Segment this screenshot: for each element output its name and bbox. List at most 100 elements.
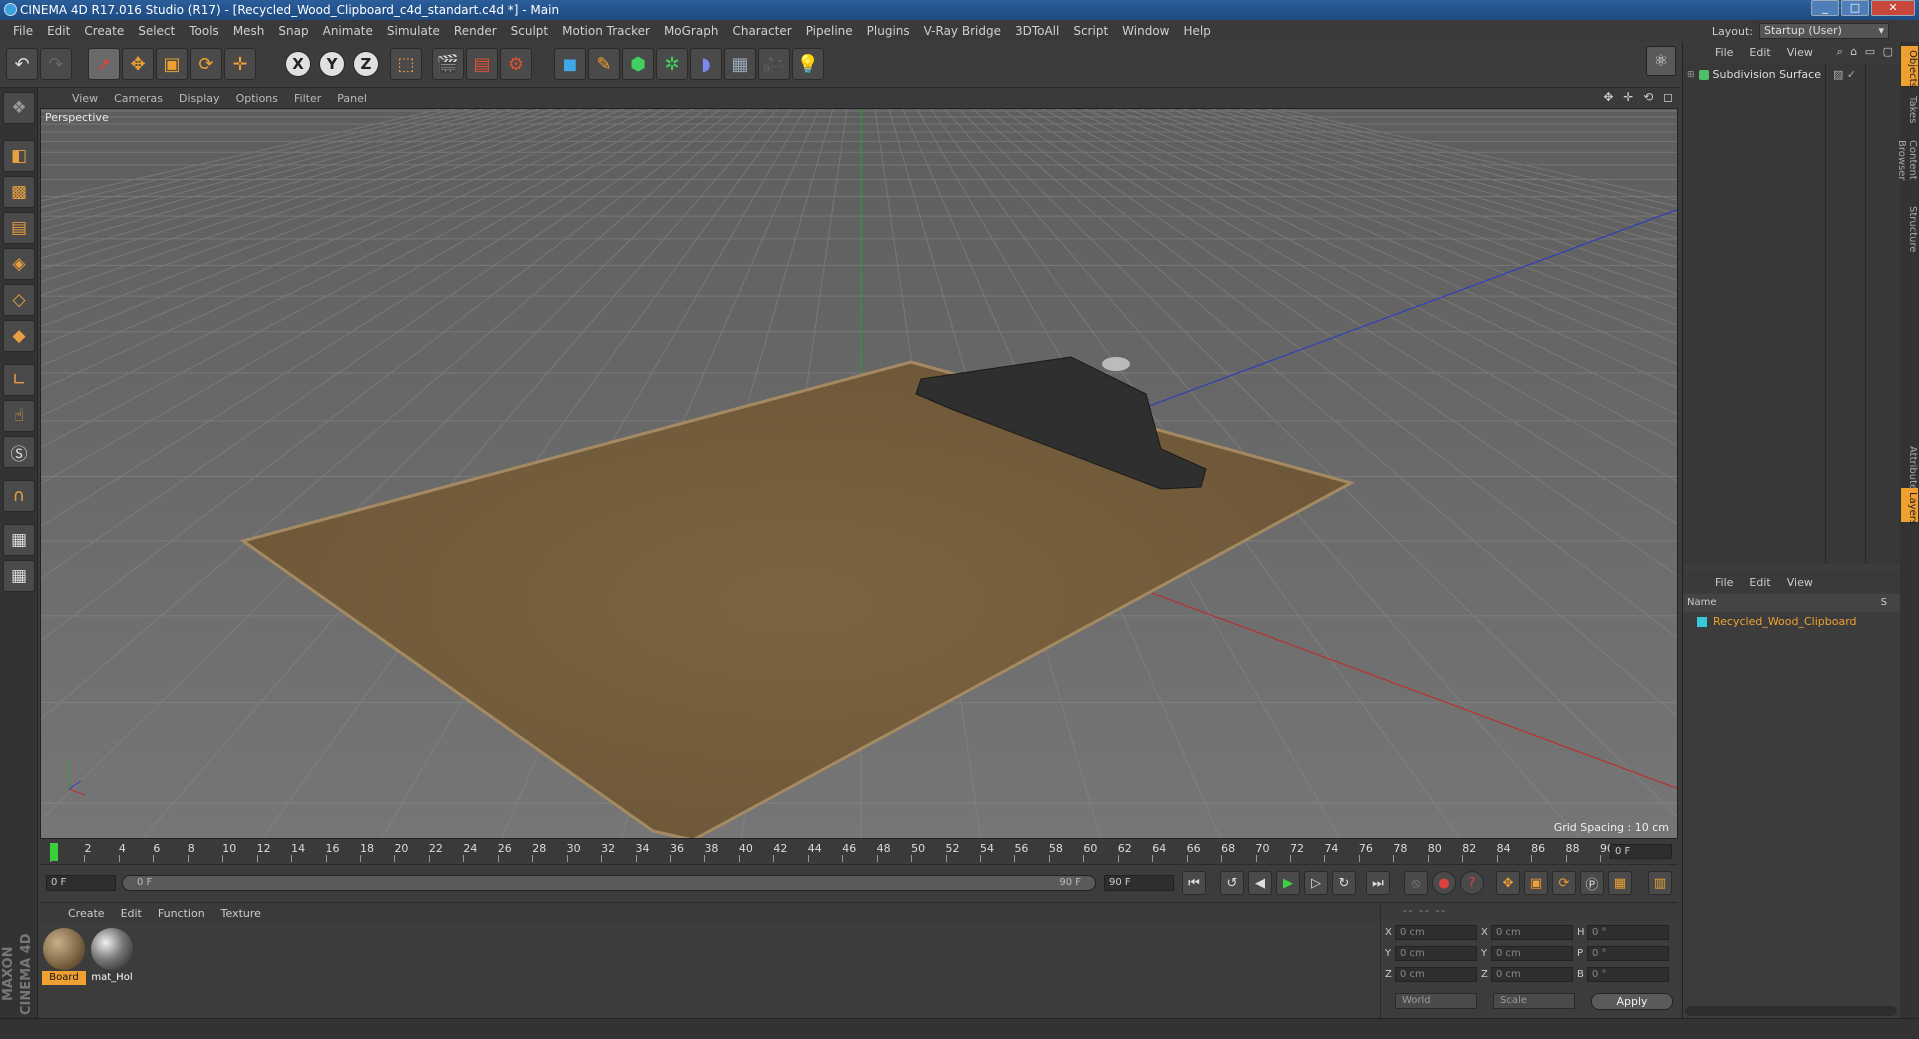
points-mode-icon[interactable]: ◈ bbox=[3, 248, 35, 280]
menu-simulate[interactable]: Simulate bbox=[380, 20, 447, 42]
material-menu-create[interactable]: Create bbox=[60, 907, 113, 920]
current-frame-field[interactable]: 0 F bbox=[1610, 844, 1672, 859]
deformer-icon[interactable]: ◗ bbox=[690, 48, 722, 80]
make-editable-icon[interactable]: ❖ bbox=[3, 92, 35, 124]
viewport-nav-icons[interactable]: ✥ ✛ ⟲ ◻ bbox=[1603, 90, 1676, 104]
start-frame-field[interactable]: 0 F bbox=[46, 875, 116, 891]
viewport-menu-cameras[interactable]: Cameras bbox=[106, 92, 171, 105]
menu-file[interactable]: File bbox=[6, 20, 40, 42]
material-menu-function[interactable]: Function bbox=[150, 907, 213, 920]
object-row-subdivision-surface[interactable]: ⊞ Subdivision Surface ▨ ✓ bbox=[1687, 66, 1897, 84]
maximize-button[interactable]: □ bbox=[1841, 0, 1869, 16]
goto-end-icon[interactable]: ⏭ bbox=[1366, 871, 1390, 895]
coordinate-system-icon[interactable]: ⬚ bbox=[390, 48, 422, 80]
objects-menu-view[interactable]: View bbox=[1779, 46, 1821, 59]
rotation-value-field[interactable]: 0 ° bbox=[1587, 967, 1669, 982]
goto-prev-key-icon[interactable]: ↺ bbox=[1220, 871, 1244, 895]
rotate-tool-icon[interactable]: ⟳ bbox=[190, 48, 222, 80]
workplane-snap-icon[interactable]: ▦ bbox=[3, 560, 35, 592]
menu-select[interactable]: Select bbox=[131, 20, 182, 42]
menu-pipeline[interactable]: Pipeline bbox=[799, 20, 860, 42]
key-parameter-icon[interactable]: Ⓟ bbox=[1580, 871, 1604, 895]
side-tab-layers[interactable]: Layers bbox=[1901, 488, 1918, 525]
pen-spline-icon[interactable]: ✎ bbox=[588, 48, 620, 80]
viewport-menu-panel[interactable]: Panel bbox=[329, 92, 375, 105]
undo-icon[interactable]: ↶ bbox=[6, 48, 38, 80]
objects-toolbar-icons[interactable]: ⌕ ⌂ ▭ ▢ bbox=[1837, 45, 1895, 59]
menu-mesh[interactable]: Mesh bbox=[226, 20, 272, 42]
workplane-lock-icon[interactable]: ▦ bbox=[3, 524, 35, 556]
axis-mode-icon[interactable]: ∟ bbox=[3, 364, 35, 396]
side-tab-structure[interactable]: Structure bbox=[1901, 202, 1918, 253]
perspective-viewport[interactable]: Perspective Grid Spacing : 10 cm bbox=[40, 108, 1678, 839]
y-axis-lock-icon[interactable]: Y bbox=[319, 51, 345, 77]
polygons-mode-icon[interactable]: ◆ bbox=[3, 320, 35, 352]
menu-snap[interactable]: Snap bbox=[271, 20, 315, 42]
objects-menu-file[interactable]: File bbox=[1707, 46, 1741, 59]
model-mode-icon[interactable]: ◧ bbox=[3, 140, 35, 172]
texture-mode-icon[interactable]: ▩ bbox=[3, 176, 35, 208]
render-picture-viewer-icon[interactable]: ▤ bbox=[466, 48, 498, 80]
timeline-ruler[interactable]: 0246810121416182022242628303234363840424… bbox=[40, 841, 1678, 863]
move-tool-icon[interactable]: ✥ bbox=[122, 48, 154, 80]
timeline-window-icon[interactable]: ▥ bbox=[1648, 871, 1672, 895]
coordinate-mode-dropdown[interactable]: World bbox=[1395, 993, 1477, 1009]
x-axis-lock-icon[interactable]: X bbox=[285, 51, 311, 77]
menu-script[interactable]: Script bbox=[1066, 20, 1115, 42]
menu-3dtoall[interactable]: 3DToAll bbox=[1008, 20, 1066, 42]
visibility-toggle-icon[interactable]: ▨ ✓ bbox=[1833, 66, 1856, 84]
autokey-icon[interactable]: ? bbox=[1460, 871, 1484, 895]
menu-mograph[interactable]: MoGraph bbox=[657, 20, 726, 42]
render-settings-icon[interactable]: ⚙ bbox=[500, 48, 532, 80]
key-rotation-icon[interactable]: ⟳ bbox=[1552, 871, 1576, 895]
position-value-field[interactable]: 0 cm bbox=[1395, 946, 1477, 961]
rotation-value-field[interactable]: 0 ° bbox=[1587, 925, 1669, 940]
size-mode-dropdown[interactable]: Scale bbox=[1493, 993, 1575, 1009]
viewport-menu-filter[interactable]: Filter bbox=[286, 92, 329, 105]
recent-tool-icon[interactable]: ✛ bbox=[224, 48, 256, 80]
live-selection-icon[interactable]: ➚ bbox=[88, 48, 120, 80]
position-value-field[interactable]: 0 cm bbox=[1395, 925, 1477, 940]
size-value-field[interactable]: 0 cm bbox=[1491, 967, 1573, 982]
close-button[interactable]: ✕ bbox=[1871, 0, 1915, 16]
playhead[interactable] bbox=[50, 843, 58, 861]
menu-v-ray-bridge[interactable]: V-Ray Bridge bbox=[917, 20, 1008, 42]
layers-menu-edit[interactable]: Edit bbox=[1741, 576, 1778, 589]
menu-animate[interactable]: Animate bbox=[316, 20, 380, 42]
viewport-menu-options[interactable]: Options bbox=[228, 92, 286, 105]
objects-list[interactable]: ⊞ Subdivision Surface ▨ ✓ bbox=[1683, 64, 1901, 564]
cube-object-icon[interactable]: ◼ bbox=[554, 48, 586, 80]
layout-dropdown[interactable]: Startup (User) bbox=[1759, 23, 1889, 39]
side-tab-attributes[interactable]: Attributes bbox=[1901, 442, 1918, 495]
workplane-mode-icon[interactable]: ▤ bbox=[3, 212, 35, 244]
next-frame-icon[interactable]: ▷ bbox=[1304, 871, 1328, 895]
floor-icon[interactable]: ▦ bbox=[724, 48, 756, 80]
key-pla-icon[interactable]: ▦ bbox=[1608, 871, 1632, 895]
menu-character[interactable]: Character bbox=[725, 20, 798, 42]
menu-render[interactable]: Render bbox=[447, 20, 504, 42]
viewport-menu-display[interactable]: Display bbox=[171, 92, 228, 105]
rotation-value-field[interactable]: 0 ° bbox=[1587, 946, 1669, 961]
position-value-field[interactable]: 0 cm bbox=[1395, 967, 1477, 982]
layer-row[interactable]: Recycled_Wood_Clipboard bbox=[1697, 614, 1897, 630]
z-axis-lock-icon[interactable]: Z bbox=[353, 51, 379, 77]
light-icon[interactable]: 💡 bbox=[792, 48, 824, 80]
menu-help[interactable]: Help bbox=[1176, 20, 1217, 42]
apply-button[interactable]: Apply bbox=[1591, 993, 1673, 1010]
keyframe-selection-icon[interactable]: ⦸ bbox=[1404, 871, 1428, 895]
menu-sculpt[interactable]: Sculpt bbox=[504, 20, 555, 42]
render-view-icon[interactable]: 🎬 bbox=[432, 48, 464, 80]
minimize-button[interactable]: _ bbox=[1811, 0, 1839, 16]
scale-tool-icon[interactable]: ▣ bbox=[156, 48, 188, 80]
key-scale-icon[interactable]: ▣ bbox=[1524, 871, 1548, 895]
viewport-menu-view[interactable]: View bbox=[64, 92, 106, 105]
frame-range-slider[interactable]: 0 F 90 F bbox=[122, 875, 1096, 891]
subdivision-surface-icon[interactable]: ⬢ bbox=[622, 48, 654, 80]
menu-tools[interactable]: Tools bbox=[182, 20, 226, 42]
objects-menu-edit[interactable]: Edit bbox=[1741, 46, 1778, 59]
cloner-icon[interactable]: ✲ bbox=[656, 48, 688, 80]
prev-frame-icon[interactable]: ◀ bbox=[1248, 871, 1272, 895]
size-value-field[interactable]: 0 cm bbox=[1491, 946, 1573, 961]
menu-window[interactable]: Window bbox=[1115, 20, 1176, 42]
play-icon[interactable]: ▶ bbox=[1276, 871, 1300, 895]
